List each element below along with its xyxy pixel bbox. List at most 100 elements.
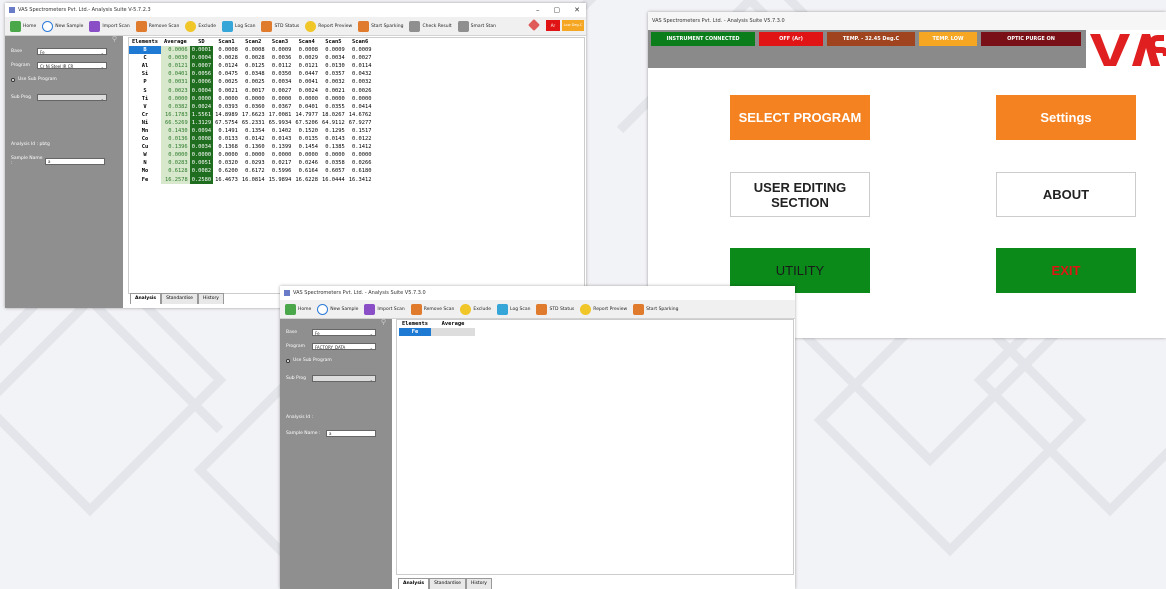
- import-scan-button[interactable]: Import Scan: [362, 302, 406, 316]
- use-sub-program-radio[interactable]: [286, 358, 290, 363]
- sub-prog-select[interactable]: ⌄: [312, 375, 376, 382]
- table-row[interactable]: Fe 16.2578 0.2580 16.4673 16.0814 15.9894 16.6…: [129, 175, 373, 184]
- toolbar: Ar Low Deg.C Home New Sample Import Scan Re…: [5, 17, 586, 36]
- base-select[interactable]: Fe ⌄: [37, 48, 107, 55]
- home-button[interactable]: Home: [8, 19, 38, 33]
- maximize-button[interactable]: ▢: [554, 3, 561, 17]
- toolbar-label: New Sample: [55, 23, 84, 29]
- home-button[interactable]: Home: [283, 302, 313, 316]
- table-row[interactable]: Ni 66.5269 1.3129 67.5754 65.2331 65.9934 67.5…: [129, 118, 373, 127]
- table-cell: 0.0009: [271, 47, 292, 54]
- chevron-down-icon: ⌄: [369, 377, 373, 382]
- select-program-button[interactable]: SELECT PROGRAM: [730, 95, 870, 140]
- tab-analysis[interactable]: Analysis: [398, 578, 430, 589]
- table-cell: 0.1412: [352, 144, 372, 151]
- table-row[interactable]: Co 0.0136 0.0008 0.0133 0.0142 0.0143 0.0135 0.…: [129, 135, 373, 144]
- tab-standardise[interactable]: Standardise: [429, 578, 466, 589]
- smart-stan-button[interactable]: Smart Stan: [456, 19, 498, 33]
- new-sample-button[interactable]: New Sample: [40, 19, 85, 33]
- use-sub-program-radio[interactable]: [11, 77, 15, 82]
- status-indicators: INSTRUMENT CONNECTED OFF (Ar) TEMP. - 32.4…: [651, 32, 1081, 46]
- report-preview-button[interactable]: Report Preview: [303, 19, 354, 33]
- app-icon: [9, 7, 15, 13]
- exclude-button[interactable]: Exclude: [458, 302, 493, 316]
- table-row[interactable]: Mn 0.1430 0.0094 0.1491 0.1354 0.1402 0.1520 0.…: [129, 126, 373, 136]
- table-cell: 14.7977: [295, 111, 319, 118]
- settings-button[interactable]: Settings: [996, 95, 1136, 140]
- table-cell: 0.1520: [298, 127, 319, 134]
- program-select[interactable]: Cr Ni Steel IR CR ⌄: [37, 62, 107, 69]
- table-row[interactable]: V 0.0382 0.0024 0.0393 0.0360 0.0367 0.0401 0.0…: [129, 102, 373, 111]
- log-scan-button[interactable]: Log Scan: [495, 302, 532, 316]
- table-cell: 0.6200: [218, 168, 238, 175]
- about-button[interactable]: ABOUT: [996, 172, 1136, 217]
- table-row[interactable]: W 0.0000 0.0000 0.0000 0.0000 0.0000 0.0000 0.0…: [129, 151, 373, 160]
- start-sparking-icon: [633, 303, 645, 315]
- import-scan-button[interactable]: Import Scan: [87, 19, 131, 33]
- analysis-id-label: Analysis Id :: [286, 415, 314, 420]
- sample-name-label: Sample Name :: [11, 156, 43, 166]
- table-cell: 0.0000: [189, 151, 214, 160]
- results-table: Elements Average SD Scan1 Scan2 Scan3 Scan4 Sca…: [129, 38, 373, 184]
- pin-icon[interactable]: ⚲: [381, 318, 386, 326]
- sub-prog-select[interactable]: ⌄: [37, 94, 107, 101]
- table-cell: V: [129, 102, 161, 111]
- table-cell: 0.2580: [189, 175, 214, 184]
- remove-scan-button[interactable]: Remove Scan: [409, 302, 457, 316]
- std-status-icon: [536, 303, 548, 315]
- table-cell: 0.6172: [245, 168, 265, 175]
- base-label: Base: [11, 49, 22, 54]
- log-scan-button[interactable]: Log Scan: [220, 19, 257, 33]
- exit-button[interactable]: EXIT: [996, 248, 1136, 293]
- close-button[interactable]: ✕: [574, 3, 580, 17]
- table-row[interactable]: Cr 16.1783 1.5561 14.8989 17.6623 17.0081 14.7…: [129, 110, 373, 119]
- table-row[interactable]: Mo 0.6128 0.0082 0.6200 0.6172 0.5996 0.6164 0.…: [129, 167, 373, 176]
- new-sample-button[interactable]: New Sample: [315, 302, 360, 316]
- table-cell: 0.0136: [160, 135, 190, 144]
- start-sparking-button[interactable]: Start Sparking: [356, 19, 405, 33]
- spark-icon[interactable]: [528, 19, 540, 31]
- table-cell: 0.0009: [352, 47, 372, 54]
- pin-icon[interactable]: ⚲: [112, 35, 117, 43]
- log-scan-icon: [497, 303, 509, 315]
- table-cell: 0.0114: [352, 63, 372, 70]
- sample-name-input[interactable]: a: [326, 430, 376, 437]
- tab-history[interactable]: History: [197, 293, 224, 304]
- tab-standardise[interactable]: Standardise: [161, 293, 198, 304]
- table-row[interactable]: Fe: [399, 328, 475, 337]
- start-sparking-button[interactable]: Start Sparking: [631, 302, 680, 316]
- table-row[interactable]: Si 0.0401 0.0056 0.0475 0.0348 0.0350 0.0447 0.…: [129, 70, 373, 79]
- minimize-button[interactable]: –: [536, 3, 540, 17]
- table-cell: 0.0008: [298, 47, 319, 54]
- table-cell: 0.0006: [160, 46, 190, 55]
- exclude-button[interactable]: Exclude: [183, 19, 218, 33]
- table-row[interactable]: Ti 0.0000 0.0000 0.0000 0.0000 0.0000 0.0000 0.…: [129, 94, 373, 103]
- tab-history[interactable]: History: [465, 578, 492, 589]
- tab-analysis[interactable]: Analysis: [130, 293, 162, 304]
- std-status-button[interactable]: STD Status: [534, 302, 576, 316]
- table-row[interactable]: Al 0.0121 0.0007 0.0124 0.0125 0.0112 0.0121 0.…: [129, 62, 373, 71]
- column-header: Scan3: [271, 39, 289, 45]
- table-cell: 0.0000: [298, 95, 319, 102]
- table-cell: 0.0000: [189, 94, 214, 103]
- report-preview-button[interactable]: Report Preview: [578, 302, 629, 316]
- user-editing-button[interactable]: USER EDITING SECTION: [730, 172, 870, 217]
- table-row[interactable]: Cu 0.1396 0.0034 0.1368 0.1360 0.1399 0.1454 0.…: [129, 143, 373, 152]
- table-cell: 0.0401: [298, 103, 319, 110]
- program-select[interactable]: FACTORY_DATA ⌄: [312, 343, 376, 350]
- sample-name-input[interactable]: a: [45, 157, 105, 165]
- table-row[interactable]: B 0.0006 0.0001 0.0008 0.0008 0.0009 0.0008 0.0…: [129, 46, 373, 55]
- base-select[interactable]: Fe ⌄: [312, 329, 376, 336]
- table-row[interactable]: S 0.0023 0.0004 0.0021 0.0017 0.0027 0.0024 0.0…: [129, 86, 373, 95]
- check-result-button[interactable]: Check Result: [407, 19, 453, 33]
- table-row[interactable]: P 0.0031 0.0006 0.0025 0.0025 0.0034 0.0041 0.0…: [129, 78, 373, 87]
- table-cell: 67.9277: [348, 119, 372, 126]
- table-cell: 0.0029: [298, 55, 319, 62]
- table-row[interactable]: C 0.0030 0.0004 0.0028 0.0028 0.0036 0.0029 0.0…: [129, 54, 373, 63]
- table-cell: 16.0444: [322, 176, 345, 183]
- table-row[interactable]: N 0.0283 0.0051 0.0320 0.0293 0.0217 0.0246 0.0…: [129, 159, 373, 168]
- std-status-button[interactable]: STD Status: [259, 19, 301, 33]
- window-controls: – ▢ ✕: [536, 3, 580, 17]
- remove-scan-button[interactable]: Remove Scan: [134, 19, 182, 33]
- toolbar-label: Import Scan: [102, 23, 130, 29]
